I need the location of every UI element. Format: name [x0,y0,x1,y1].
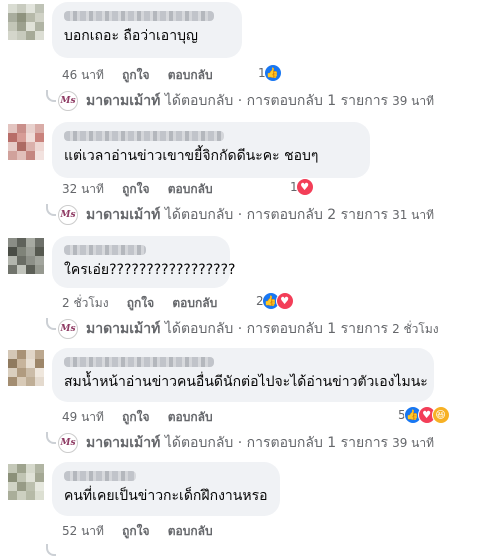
reaction-summary[interactable]: 1 ♥ [290,178,314,196]
author-name-blurred[interactable] [64,357,214,367]
reply-time: 39 นาที [392,435,435,450]
like-button[interactable]: ถูกใจ [122,182,149,196]
replier-avatar: Ms [58,433,78,453]
reply-button[interactable]: ตอบกลับ [172,296,217,310]
like-button[interactable]: ถูกใจ [122,410,149,424]
love-icon: ♥ [295,178,314,196]
reply-summary-text: มาดามเม้าท์ ได้ตอบกลับ · การตอบกลับ 1 รา… [86,318,388,340]
view-replies-link[interactable]: Ms มาดามเม้าท์ ได้ตอบกลับ · การตอบกลับ 1… [46,90,434,112]
like-icon: 👍 [263,64,282,82]
comment-text: บอกเถอะ ถือว่าเอาบุญ [64,28,198,44]
avatar[interactable] [8,350,44,386]
reply-button[interactable]: ตอบกลับ [168,410,213,424]
like-button[interactable]: ถูกใจ [127,296,154,310]
love-icon: ♥ [275,292,294,310]
reply-connector [46,544,56,556]
haha-icon: 😆 [431,406,450,424]
comment-text: ใครเอ่ย????????????????? [64,262,236,278]
replier-avatar: Ms [58,319,78,339]
view-replies-link[interactable]: Ms มาดามเม้าท์ ได้ตอบกลับ · การตอบกลับ 1… [46,432,434,454]
avatar[interactable] [8,238,44,274]
avatar[interactable] [8,464,44,500]
comment-text: สมน้ำหน้าอ่านข่าวคนอื่นดีนักต่อไปจะได้อ่… [64,374,428,390]
reply-button[interactable]: ตอบกลับ [168,182,213,196]
comment-actions: 52 นาที ถูกใจ ตอบกลับ [62,522,227,541]
reply-author: มาดามเม้าท์ [86,207,161,223]
comment-actions: 46 นาที ถูกใจ ตอบกลับ [62,66,227,85]
reaction-summary[interactable]: 5 👍 ♥ 😆 [398,406,450,424]
comment-bubble: บอกเถอะ ถือว่าเอาบุญ [52,2,242,58]
reply-button[interactable]: ตอบกลับ [168,524,213,538]
author-name-blurred[interactable] [64,11,214,21]
reply-author: มาดามเม้าท์ [86,435,161,451]
reply-action: ได้ตอบกลับ · การตอบกลับ 1 รายการ [164,93,389,109]
replier-avatar: Ms [58,91,78,111]
avatar[interactable] [8,4,44,40]
reply-button[interactable]: ตอบกลับ [168,68,213,82]
comment-time[interactable]: 46 นาที [62,68,104,82]
comment-time[interactable]: 49 นาที [62,410,104,424]
author-name-blurred[interactable] [64,245,146,255]
comment-time[interactable]: 32 นาที [62,182,104,196]
comment-actions: 49 นาที ถูกใจ ตอบกลับ [62,408,227,427]
reply-time: 39 นาที [392,93,435,108]
comment-bubble: คนที่เคยเป็นข่าวกะเด็กฝึกงานหรอ [52,462,280,516]
reply-author: มาดามเม้าท์ [86,321,161,337]
comment-bubble: สมน้ำหน้าอ่านข่าวคนอื่นดีนักต่อไปจะได้อ่… [52,348,434,402]
reply-author: มาดามเม้าท์ [86,93,161,109]
comment-bubble: แต่เวลาอ่านข่าวเขาขยี้จิกกัดดีนะคะ ชอบๆ [52,122,370,178]
reply-action: ได้ตอบกลับ · การตอบกลับ 1 รายการ [164,435,389,451]
like-button[interactable]: ถูกใจ [122,68,149,82]
replier-avatar: Ms [58,205,78,225]
avatar[interactable] [8,124,44,160]
reply-summary-text: มาดามเม้าท์ ได้ตอบกลับ · การตอบกลับ 2 รา… [86,204,388,226]
comment-actions: 32 นาที ถูกใจ ตอบกลับ [62,180,227,199]
comment-time[interactable]: 52 นาที [62,524,104,538]
author-name-blurred[interactable] [64,471,136,481]
reply-summary-text: มาดามเม้าท์ ได้ตอบกลับ · การตอบกลับ 1 รา… [86,90,388,112]
comment-actions: 2 ชั่วโมง ถูกใจ ตอบกลับ [62,294,231,313]
reply-time: 31 นาที [392,207,435,222]
reply-time: 2 ชั่วโมง [392,321,439,336]
reply-action: ได้ตอบกลับ · การตอบกลับ 2 รายการ [164,207,389,223]
reaction-summary[interactable]: 2 👍 ♥ [256,292,294,310]
like-button[interactable]: ถูกใจ [122,524,149,538]
reply-action: ได้ตอบกลับ · การตอบกลับ 1 รายการ [164,321,389,337]
view-replies-link[interactable]: Ms มาดามเม้าท์ ได้ตอบกลับ · การตอบกลับ 2… [46,204,434,226]
comment-text: แต่เวลาอ่านข่าวเขาขยี้จิกกัดดีนะคะ ชอบๆ [64,148,319,164]
reaction-summary[interactable]: 1 👍 [258,64,282,82]
comment-bubble: ใครเอ่ย????????????????? [52,236,236,288]
comment-text: คนที่เคยเป็นข่าวกะเด็กฝึกงานหรอ [64,488,268,504]
author-name-blurred[interactable] [64,131,224,141]
reply-summary-text: มาดามเม้าท์ ได้ตอบกลับ · การตอบกลับ 1 รา… [86,432,388,454]
view-replies-link[interactable]: Ms มาดามเม้าท์ ได้ตอบกลับ · การตอบกลับ 1… [46,318,439,340]
comment-time[interactable]: 2 ชั่วโมง [62,296,109,310]
